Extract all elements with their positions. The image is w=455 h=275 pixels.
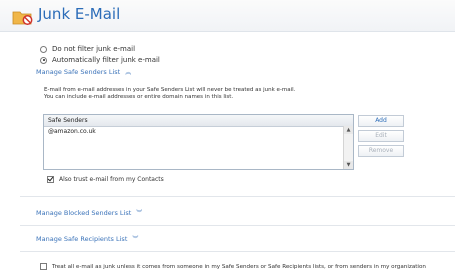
edit-button[interactable]: Edit	[358, 130, 404, 142]
radio-button[interactable]	[40, 45, 47, 53]
scroll-down-arrow-icon[interactable]: ▼	[344, 161, 353, 169]
remove-button[interactable]: Remove	[358, 145, 404, 157]
double-chevron-down-icon: ︾	[132, 236, 138, 243]
list-header: Safe Senders	[44, 115, 353, 127]
safe-senders-description-1: E-mail from e-mail addresses in your Saf…	[44, 87, 296, 93]
exclusive-mode-option[interactable]: Treat all e-mail as junk unless it comes…	[40, 263, 426, 270]
junk-mail-folder-icon	[12, 11, 33, 25]
manage-blocked-senders-link[interactable]: Manage Blocked Senders List ︾	[36, 208, 142, 218]
manage-safe-recipients-label: Manage Safe Recipients List	[36, 234, 128, 243]
exclusive-mode-label: Treat all e-mail as junk unless it comes…	[52, 263, 426, 270]
trust-contacts-option[interactable]: Also trust e-mail from my Contacts	[47, 176, 164, 183]
manage-safe-recipients-link[interactable]: Manage Safe Recipients List ︾	[36, 234, 138, 244]
page-title: Junk E-Mail	[38, 5, 121, 23]
trust-contacts-checkbox[interactable]	[47, 176, 54, 183]
exclusive-mode-checkbox[interactable]	[40, 263, 47, 270]
manage-safe-senders-link[interactable]: Manage Safe Senders List ︽	[36, 67, 131, 77]
double-chevron-down-icon: ︾	[136, 210, 142, 217]
radio-auto-filter[interactable]: Automatically filter junk e-mail	[40, 56, 160, 64]
radio-button[interactable]	[40, 56, 47, 64]
divider	[20, 196, 455, 197]
divider	[20, 251, 455, 252]
scrollbar[interactable]: ▲ ▼	[343, 126, 353, 169]
radio-label: Do not filter junk e-mail	[52, 45, 136, 53]
page-header: Junk E-Mail	[0, 0, 455, 32]
add-button[interactable]: Add	[358, 115, 404, 127]
radio-no-filter[interactable]: Do not filter junk e-mail	[40, 45, 135, 53]
divider	[20, 225, 455, 226]
radio-label: Automatically filter junk e-mail	[52, 56, 160, 64]
trust-contacts-label: Also trust e-mail from my Contacts	[59, 176, 164, 183]
manage-safe-senders-label: Manage Safe Senders List	[36, 67, 121, 76]
safe-senders-list[interactable]: Safe Senders @amazon.co.uk ▲ ▼	[43, 114, 354, 170]
manage-blocked-senders-label: Manage Blocked Senders List	[36, 208, 132, 217]
junk-email-settings-page: Junk E-Mail Do not filter junk e-mail Au…	[0, 0, 455, 275]
scroll-up-arrow-icon[interactable]: ▲	[344, 126, 353, 134]
list-item[interactable]: @amazon.co.uk	[44, 127, 353, 136]
safe-senders-description-2: You can include e-mail addresses or enti…	[44, 94, 234, 100]
double-chevron-up-icon: ︽	[125, 69, 131, 76]
